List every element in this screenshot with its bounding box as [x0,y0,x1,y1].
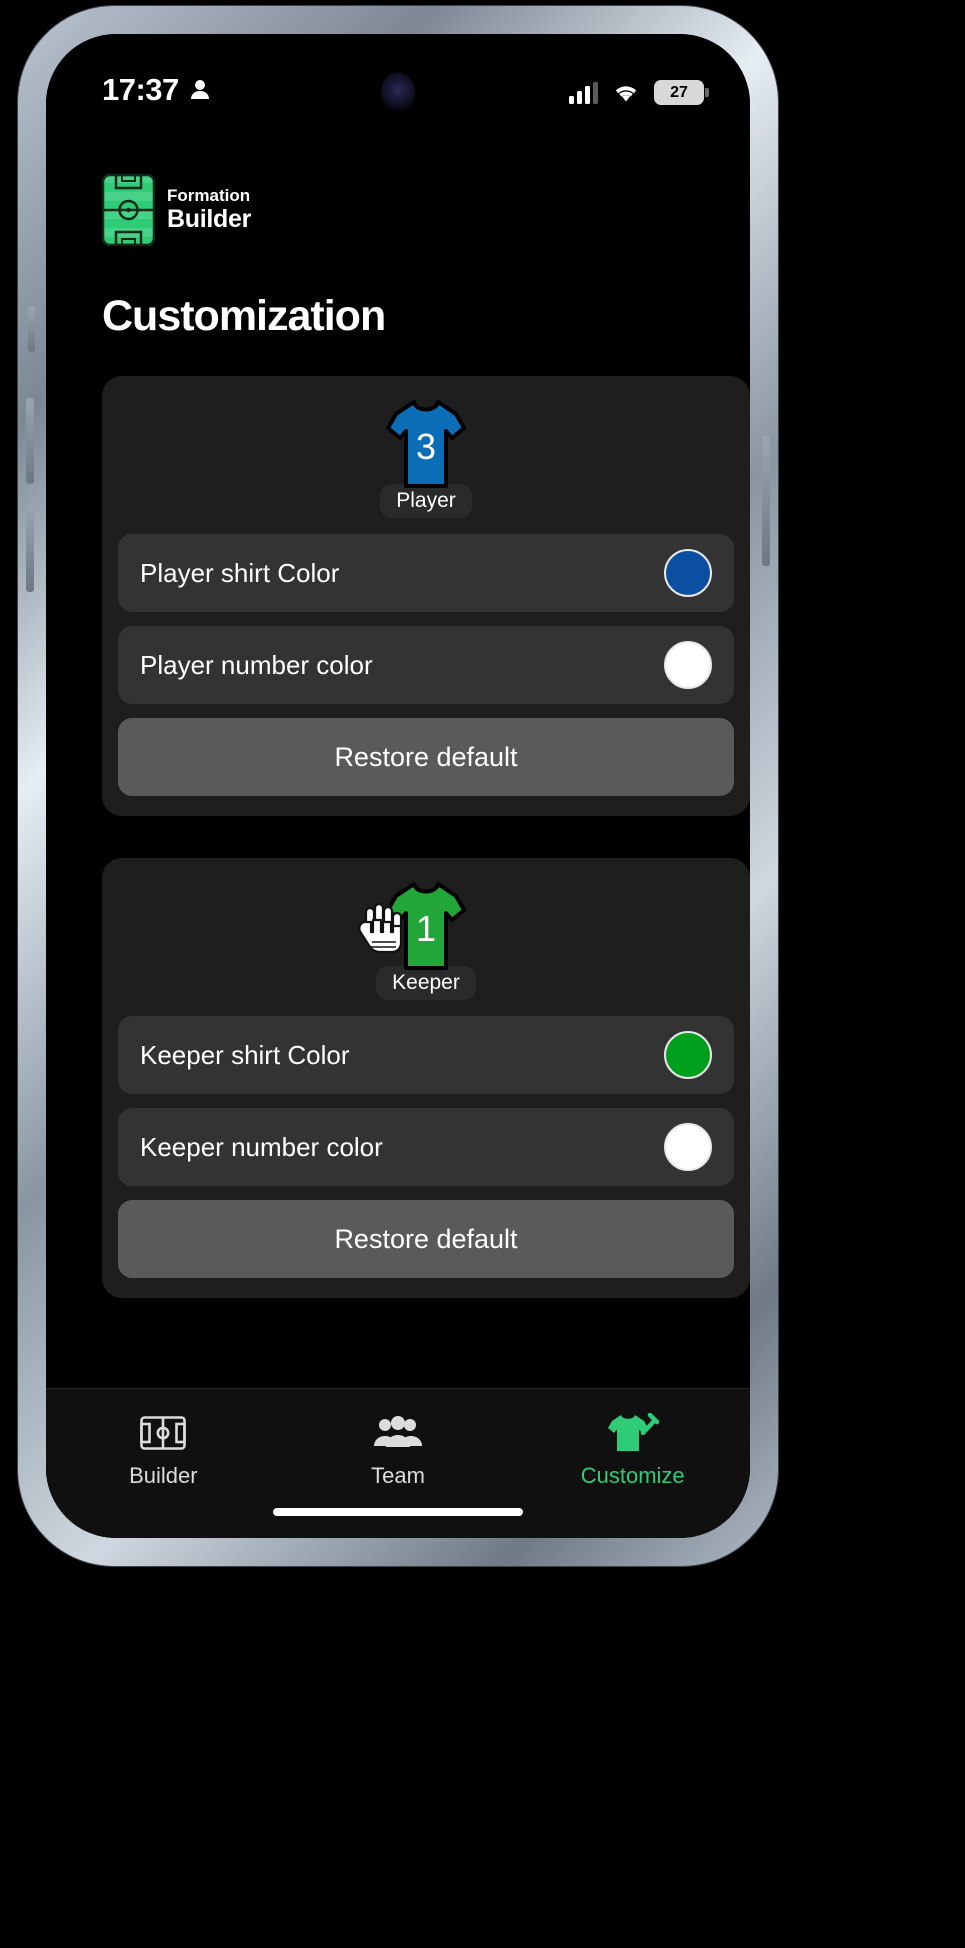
page-title: Customization [102,292,386,340]
brand-line-2: Builder [167,204,252,233]
tab-builder-label: Builder [129,1463,198,1488]
player-shirt-icon: 3 [384,398,468,490]
tab-team[interactable]: Team [281,1411,516,1538]
player-restore-default-label: Restore default [334,741,518,772]
power-button[interactable] [762,436,770,566]
people-icon [374,1416,422,1447]
status-clock: 17:37 [102,72,179,107]
keeper-number-color-swatch[interactable] [664,1123,712,1171]
player-shirt-color-swatch[interactable] [664,549,712,597]
pitch-icon [140,1416,187,1450]
keeper-shirt-icon: 1 [358,880,468,972]
keeper-shirt-color-swatch[interactable] [664,1031,712,1079]
volume-down-button[interactable] [26,506,34,592]
keeper-customization-card: 1 Keeper Keeper shirt Color Keeper numbe… [102,858,750,1298]
keeper-shirt-color-label: Keeper shirt Color [140,1039,350,1070]
keeper-number-color-label: Keeper number color [140,1131,383,1162]
player-customization-card: 3 Player Player shirt Color Player numbe… [102,376,750,816]
tab-builder[interactable]: Builder [46,1411,281,1538]
keeper-kit-preview: 1 Keeper [118,874,734,1002]
brand-line-1: Formation [167,186,251,206]
shirt-pencil-icon [607,1413,659,1451]
cellular-signal-icon [569,81,598,104]
home-indicator[interactable] [273,1508,523,1516]
app-header: Formation Builder [102,174,251,246]
player-number-color-label: Player number color [140,649,373,680]
wifi-icon [615,85,637,101]
player-kit-preview: 3 Player [118,392,734,520]
player-number-color-row[interactable]: Player number color [118,626,734,704]
tab-customize-label: Customize [580,1463,685,1488]
battery-indicator: 27 [654,80,709,105]
phone-frame: 17:37 27 Formation Builder Customization… [18,6,778,1566]
player-number-color-swatch[interactable] [664,641,712,689]
tab-team-label: Team [371,1463,425,1488]
player-kit-number: 3 [415,426,437,467]
status-bar: 17:37 27 [46,72,750,116]
silent-switch[interactable] [28,306,35,352]
player-shirt-color-label: Player shirt Color [140,557,340,588]
keeper-restore-default-button[interactable]: Restore default [118,1200,734,1278]
tab-customize[interactable]: Customize [515,1411,750,1538]
keeper-shirt-color-row[interactable]: Keeper shirt Color [118,1016,734,1094]
keeper-restore-default-label: Restore default [334,1223,518,1254]
volume-up-button[interactable] [26,398,34,484]
app-screen: 17:37 27 Formation Builder Customization… [46,34,750,1538]
person-icon [190,80,209,99]
goalkeeper-glove-icon [358,902,403,954]
bottom-navigation: Builder Team Customize [46,1388,750,1538]
keeper-number-color-row[interactable]: Keeper number color [118,1108,734,1186]
player-restore-default-button[interactable]: Restore default [118,718,734,796]
pitch-logo-icon [102,174,155,246]
battery-level: 27 [670,83,688,101]
player-shirt-color-row[interactable]: Player shirt Color [118,534,734,612]
